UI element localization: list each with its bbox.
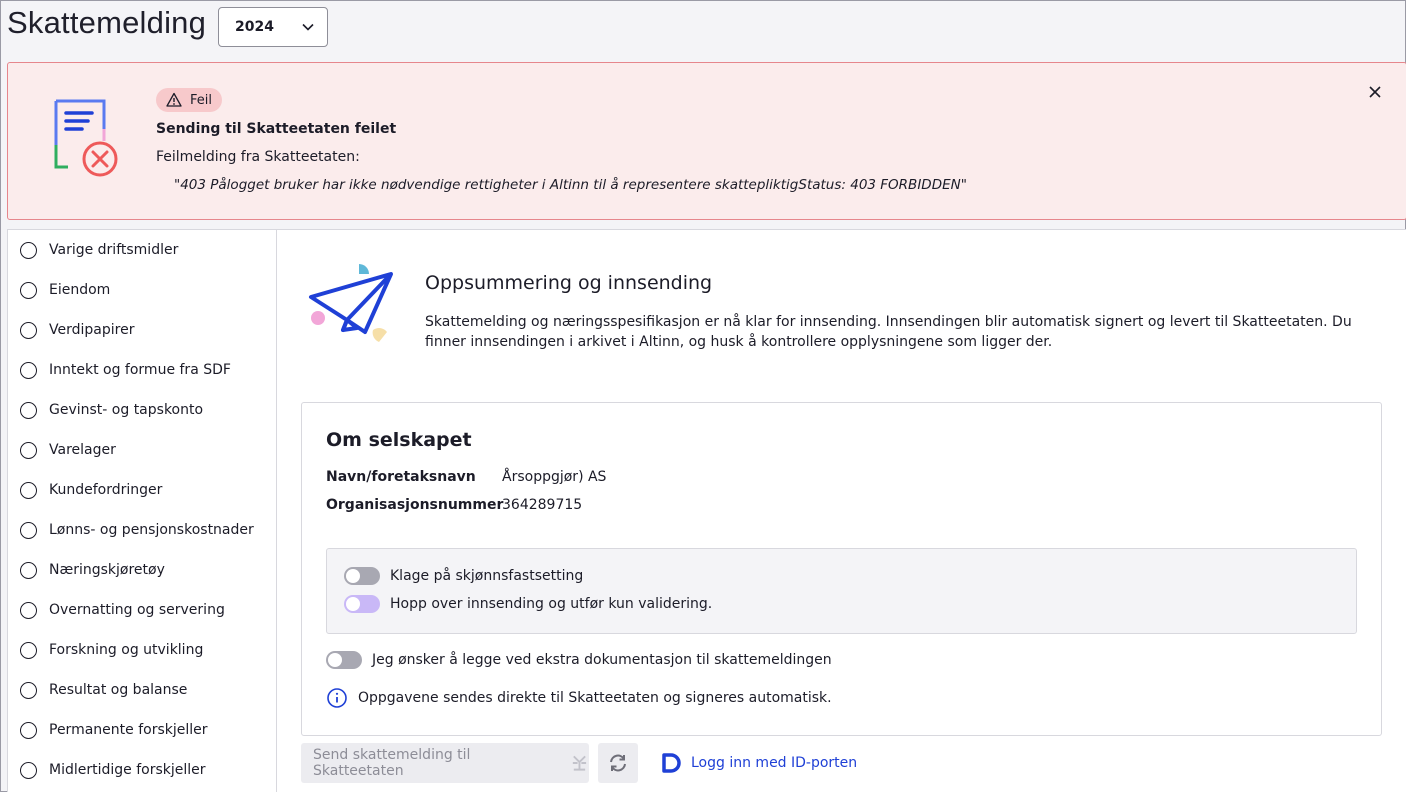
close-icon[interactable] [1366, 83, 1384, 101]
sign-icon [572, 755, 587, 771]
alert-subtitle: Feilmelding fra Skatteetaten: [156, 149, 360, 165]
year-select-value: 2024 [235, 19, 274, 35]
sidebar-item-label: Varige driftsmidler [49, 242, 179, 258]
sidebar: Varige driftsmidler Eiendom Verdipapirer In… [7, 229, 277, 792]
sidebar-item[interactable]: Verdipapirer [8, 310, 276, 350]
sidebar-item-label: Permanente forskjeller [49, 722, 208, 738]
warning-icon [166, 92, 182, 107]
login-idporten-link[interactable]: Logg inn med ID-porten [659, 752, 857, 774]
info-icon [327, 688, 347, 708]
chevron-down-icon [302, 23, 314, 31]
sidebar-item[interactable]: Varige driftsmidler [8, 230, 276, 270]
radio-icon[interactable] [20, 761, 37, 779]
paper-plane-icon [309, 264, 393, 342]
main-content: Oppsummering og innsending Skattemelding… [277, 229, 1406, 792]
sidebar-item-label: Næringskjøretøy [49, 562, 165, 578]
sidebar-item-label: Resultat og balanse [49, 682, 188, 698]
alert-message: "403 Pålogget bruker har ikke nødvendige… [174, 177, 967, 193]
sidebar-item-label: Kundefordringer [49, 482, 163, 498]
login-idporten-label: Logg inn med ID-porten [691, 755, 858, 771]
sidebar-item-label: Midlertidige forskjeller [49, 762, 206, 778]
radio-icon[interactable] [20, 721, 37, 739]
header: Skattemelding 2024 [1, 1, 1405, 53]
sidebar-item-label: Inntekt og formue fra SDF [49, 362, 231, 378]
org-number-value: 364289715 [502, 497, 583, 513]
dokumentasjon-toggle-label: Jeg ønsker å legge ved ekstra dokumentas… [372, 652, 832, 668]
send-button-label: Send skattemelding til Skatteetaten [313, 747, 471, 779]
sidebar-item[interactable]: Næringskjøretøy [8, 550, 276, 590]
sidebar-item[interactable]: Resultat og balanse [8, 670, 276, 710]
radio-icon[interactable] [20, 681, 37, 699]
radio-icon[interactable] [20, 521, 37, 539]
sidebar-item[interactable]: Permanente forskjeller [8, 710, 276, 750]
sidebar-item[interactable]: Lønns- og pensjonskostnader [8, 510, 276, 550]
radio-icon[interactable] [20, 401, 37, 419]
refresh-button[interactable] [598, 743, 638, 783]
radio-icon[interactable] [20, 601, 37, 619]
sidebar-item-label: Varelager [49, 442, 116, 458]
radio-icon[interactable] [20, 361, 37, 379]
status-badge-label: Feil [190, 92, 212, 108]
summary-text: Skattemelding og næringsspesifikasjon er… [425, 314, 1352, 350]
org-number-label: Organisasjonsnummer [326, 497, 504, 513]
dokumentasjon-toggle-row[interactable]: Jeg ønsker å legge ved ekstra dokumentas… [326, 651, 832, 669]
radio-icon[interactable] [20, 281, 37, 299]
radio-icon[interactable] [20, 561, 37, 579]
year-select[interactable]: 2024 [218, 7, 328, 47]
summary-title: Oppsummering og innsending [425, 272, 713, 294]
sidebar-item[interactable]: Varelager [8, 430, 276, 470]
send-button[interactable]: Send skattemelding til Skatteetaten [301, 743, 589, 783]
company-name-row: Navn/foretaksnavn Årsoppgjør) AS [326, 469, 606, 485]
status-badge: Feil [156, 88, 222, 112]
info-row: Oppgavene sendes direkte til Skatteetate… [326, 687, 832, 709]
radio-icon[interactable] [20, 641, 37, 659]
hopp-toggle-row[interactable]: Hopp over innsending og utfør kun valide… [344, 595, 712, 613]
sidebar-item[interactable]: Inntekt og formue fra SDF [8, 350, 276, 390]
company-card: Om selskapet Navn/foretaksnavn Årsoppgjør… [301, 402, 1382, 736]
radio-icon[interactable] [20, 441, 37, 459]
sidebar-item-label: Verdipapirer [49, 322, 135, 338]
company-name-label: Navn/foretaksnavn [326, 469, 476, 485]
info-text: Oppgavene sendes direkte til Skatteetate… [358, 690, 832, 706]
sidebar-item-label: Overnatting og servering [49, 602, 225, 618]
radio-icon[interactable] [20, 481, 37, 499]
sidebar-item[interactable]: Overnatting og servering [8, 590, 276, 630]
radio-icon[interactable] [20, 241, 37, 259]
klage-toggle[interactable] [344, 567, 380, 585]
alert-title: Sending til Skatteetaten feilet [156, 121, 397, 137]
org-number-row: Organisasjonsnummer364289715 [326, 497, 582, 513]
dokumentasjon-toggle[interactable] [326, 651, 362, 669]
sidebar-item[interactable]: Kundefordringer [8, 470, 276, 510]
sidebar-item[interactable]: Forskning og utvikling [8, 630, 276, 670]
hopp-toggle[interactable] [344, 595, 380, 613]
page-title: Skattemelding [7, 5, 207, 40]
sidebar-item-label: Gevinst- og tapskonto [49, 402, 204, 418]
document-error-icon [54, 99, 118, 177]
hopp-toggle-label: Hopp over innsending og utfør kun valide… [390, 596, 713, 612]
error-alert: Feil Sending til Skatteetaten feilet Fei… [7, 62, 1406, 220]
radio-icon[interactable] [20, 321, 37, 339]
company-name-value: Årsoppgjør) AS [502, 469, 607, 485]
sidebar-item[interactable]: Midlertidige forskjeller [8, 750, 276, 790]
company-card-title: Om selskapet [326, 429, 472, 451]
sidebar-item-label: Eiendom [49, 282, 111, 298]
klage-toggle-row[interactable]: Klage på skjønnsfastsetting [344, 567, 583, 585]
options-box: Klage på skjønnsfastsetting Hopp over in… [326, 548, 1357, 634]
sidebar-item[interactable]: Eiendom [8, 270, 276, 310]
sidebar-item[interactable]: Gevinst- og tapskonto [8, 390, 276, 430]
sidebar-item-label: Lønns- og pensjonskostnader [49, 522, 254, 538]
sidebar-item-label: Forskning og utvikling [49, 642, 204, 658]
klage-toggle-label: Klage på skjønnsfastsetting [390, 568, 584, 584]
idporten-icon [662, 753, 681, 773]
refresh-icon [610, 754, 626, 772]
